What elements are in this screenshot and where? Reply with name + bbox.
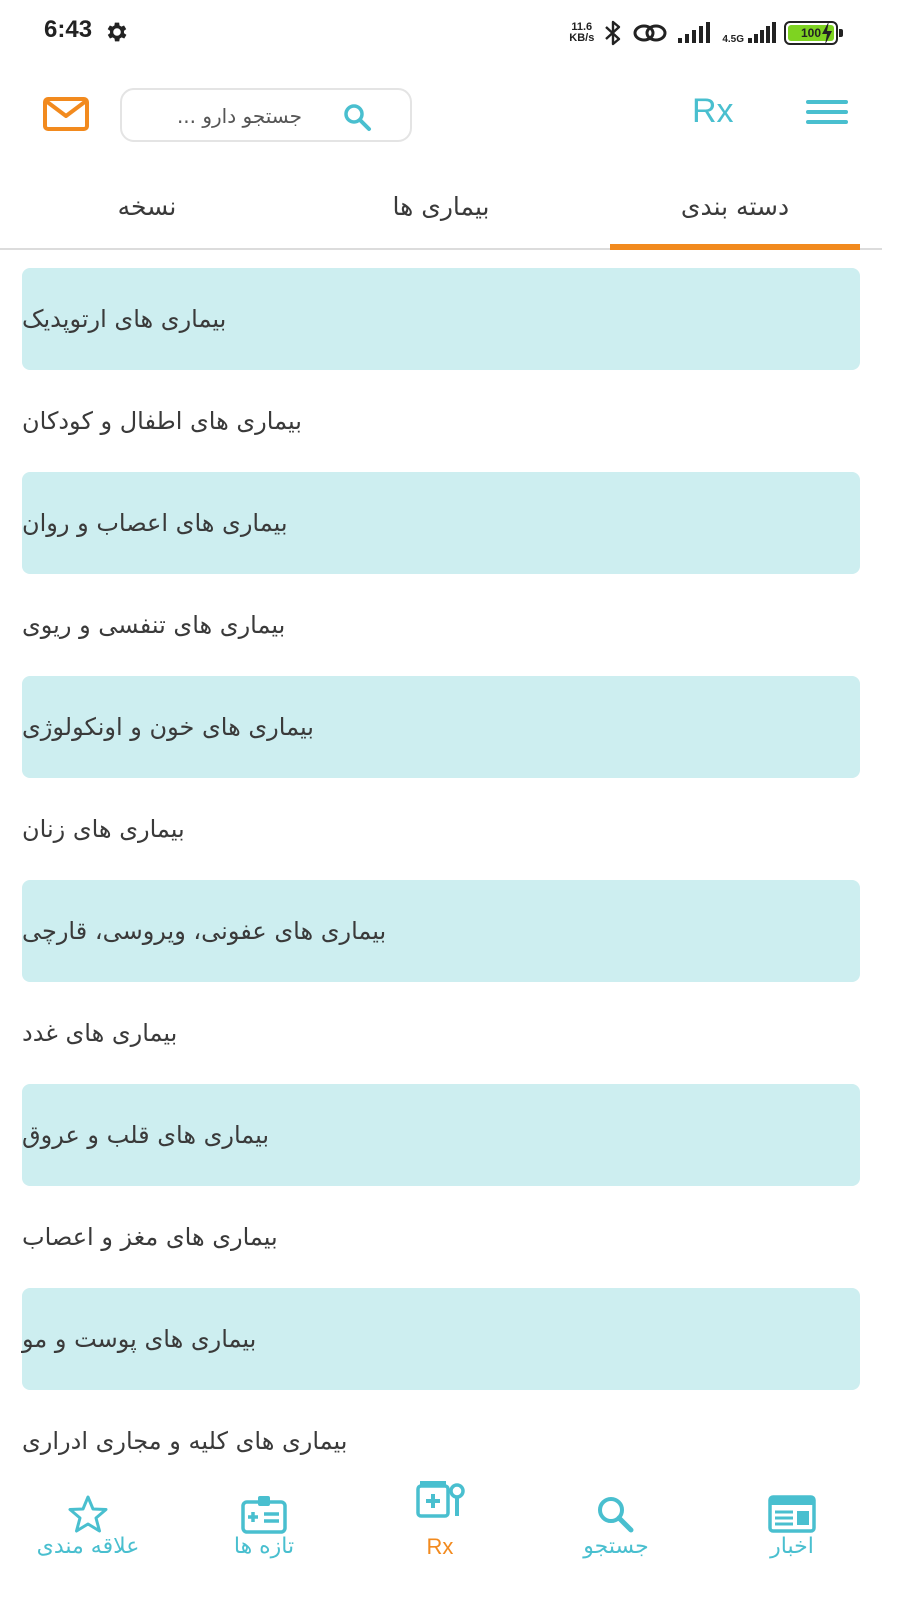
list-item-label: بیماری های کلیه و مجاری ادراری xyxy=(22,1427,348,1455)
nav-rx-label: Rx xyxy=(426,1534,454,1559)
mobile-data-indicator: 4.5G xyxy=(722,21,776,45)
list-item-label: بیماری های ارتوپدیک xyxy=(22,305,227,333)
network-speed: 11.6 KB/s xyxy=(569,21,595,44)
list-item-label: بیماری های پوست و مو xyxy=(22,1325,257,1353)
app-header: Rx xyxy=(0,74,900,158)
list-item[interactable]: بیماری های اعصاب و روان xyxy=(22,472,860,574)
nav-news-updates[interactable]: تازه ها xyxy=(176,1468,352,1600)
list-item[interactable]: بیماری های تنفسی و ریوی xyxy=(22,574,860,676)
bluetooth-icon xyxy=(605,20,621,46)
list-item-label: بیماری های اعصاب و روان xyxy=(22,509,288,537)
status-time: 6:43 xyxy=(44,16,93,43)
tab-diseases[interactable]: بیماری ها xyxy=(316,178,566,250)
link-icon xyxy=(633,24,667,42)
nav-news-label: اخبار xyxy=(770,1534,814,1559)
newspaper-icon xyxy=(768,1495,816,1533)
signal-2-icon xyxy=(748,22,776,43)
nav-new-label: تازه ها xyxy=(233,1534,295,1559)
list-item[interactable]: بیماری های پوست و مو xyxy=(22,1288,860,1390)
list-item-label: بیماری های عفونی، ویروسی، قارچی xyxy=(22,917,387,945)
search-icon[interactable] xyxy=(342,102,372,132)
list-item[interactable]: بیماری های ارتوپدیک xyxy=(22,268,860,370)
nav-favorites[interactable]: علاقه مندی xyxy=(0,1468,176,1600)
list-item-label: بیماری های اطفال و کودکان xyxy=(22,407,302,435)
list-item[interactable]: بیماری های قلب و عروق xyxy=(22,1084,860,1186)
status-bar: 6:43 11.6 KB/s 4.5G 100 xyxy=(0,0,900,64)
nav-rx[interactable]: Rx xyxy=(352,1468,528,1600)
list-item[interactable]: بیماری های اطفال و کودکان xyxy=(22,370,860,472)
medicine-icon xyxy=(416,1481,465,1518)
list-item[interactable]: بیماری های غدد xyxy=(22,982,860,1084)
nav-search[interactable]: جستجو xyxy=(528,1468,704,1600)
nav-news[interactable]: اخبار xyxy=(704,1468,880,1600)
nav-search-label: جستجو xyxy=(583,1534,649,1559)
search-box[interactable] xyxy=(120,88,412,142)
network-type: 4.5G xyxy=(722,34,744,45)
charging-bolt-icon xyxy=(822,21,832,45)
list-item-label: بیماری های تنفسی و ریوی xyxy=(22,611,286,639)
tab-categories[interactable]: دسته بندی xyxy=(610,178,860,250)
list-item-label: بیماری های مغز و اعصاب xyxy=(22,1223,278,1251)
star-icon xyxy=(68,1495,108,1533)
hamburger-menu-icon[interactable] xyxy=(806,100,850,130)
search-input[interactable] xyxy=(142,100,302,132)
list-item[interactable]: بیماری های خون و اونکولوژی xyxy=(22,676,860,778)
app-logo: Rx xyxy=(692,92,734,130)
search-icon xyxy=(598,1497,634,1533)
status-icons: 11.6 KB/s 4.5G 100 xyxy=(569,18,843,48)
list-item[interactable]: بیماری های مغز و اعصاب xyxy=(22,1186,860,1288)
list-item-label: بیماری های خون و اونکولوژی xyxy=(22,713,314,741)
list-item-label: بیماری های زنان xyxy=(22,815,185,843)
list-item-label: بیماری های قلب و عروق xyxy=(22,1121,270,1149)
list-item[interactable]: بیماری های عفونی، ویروسی، قارچی xyxy=(22,880,860,982)
settings-gear-icon xyxy=(107,22,127,42)
category-list: بیماری های ارتوپدیک بیماری های اطفال و ک… xyxy=(22,268,860,1492)
tab-prescription[interactable]: نسخه xyxy=(22,178,272,250)
active-tab-indicator xyxy=(610,244,860,250)
nav-favorites-label: علاقه مندی xyxy=(36,1534,140,1559)
tab-bar: نسخه بیماری ها دسته بندی xyxy=(0,178,882,250)
id-card-icon xyxy=(241,1496,287,1534)
list-item-label: بیماری های غدد xyxy=(22,1019,178,1047)
bottom-navigation: علاقه مندی تازه ها Rx جستجو اخبار xyxy=(0,1468,900,1600)
signal-icon xyxy=(678,22,711,43)
list-item[interactable]: بیماری های زنان xyxy=(22,778,860,880)
mail-icon[interactable] xyxy=(42,96,90,132)
